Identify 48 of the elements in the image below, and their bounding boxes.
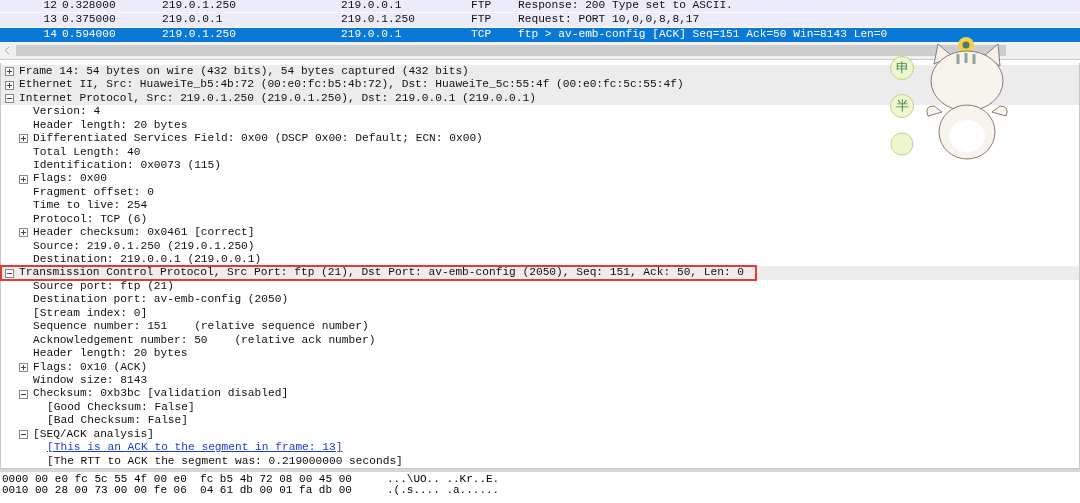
tree-item[interactable]: Acknowledgement number: 50 (relative ack number) bbox=[33, 333, 376, 348]
tree-item[interactable]: Flags: 0x00 bbox=[33, 172, 107, 186]
ascii-bytes: ...\UO.. ..Kr..E. bbox=[387, 474, 501, 486]
tree-item[interactable]: [The RTT to ACK the segment was: 0.219000000 seconds] bbox=[47, 454, 403, 469]
byte-offset: 0010 bbox=[2, 485, 30, 497]
byte-offset: 0000 bbox=[2, 474, 30, 486]
horizontal-scrollbar[interactable] bbox=[0, 42, 1080, 60]
tree-item[interactable]: Destination: 219.0.0.1 (219.0.0.1) bbox=[33, 253, 262, 267]
tree-item[interactable]: Window size: 8143 bbox=[33, 373, 148, 388]
tree-item[interactable]: Identification: 0x0073 (115) bbox=[33, 158, 221, 173]
tree-item[interactable]: Protocol: TCP (6) bbox=[33, 212, 148, 227]
tree-item[interactable]: Checksum: 0xb3bc [validation disabled] bbox=[33, 387, 289, 401]
tree-item[interactable]: [Stream index: 0] bbox=[33, 306, 148, 321]
expand-icon[interactable] bbox=[19, 362, 28, 372]
tree-item[interactable]: Flags: 0x10 (ACK) bbox=[33, 360, 148, 374]
packet-row[interactable]: 13 0.375000 219.0.0.1 219.0.1.250 FTP Request: PORT 10,0,0,8,8,17 bbox=[0, 13, 1080, 28]
packet-row[interactable]: 12 0.328000 219.0.1.250 219.0.0.1 FTP Response: 200 Type set to ASCII. bbox=[0, 0, 1080, 14]
collapse-icon[interactable] bbox=[5, 268, 14, 278]
tree-item[interactable]: Source port: ftp (21) bbox=[33, 279, 174, 294]
expand-icon[interactable] bbox=[5, 80, 14, 90]
tree-item[interactable]: Differentiated Services Field: 0x00 (DSCP 0x00: Default; ECN: 0x00) bbox=[33, 132, 483, 146]
tree-item[interactable]: [Bad Checksum: False] bbox=[47, 414, 188, 428]
expand-icon[interactable] bbox=[19, 174, 28, 184]
tree-item[interactable]: Header length: 20 bytes bbox=[33, 118, 188, 133]
scroll-thumb[interactable] bbox=[16, 45, 1006, 57]
expand-icon[interactable] bbox=[19, 228, 28, 238]
tree-item[interactable]: Total Length: 40 bbox=[33, 145, 141, 159]
tree-item[interactable]: [SEQ/ACK analysis] bbox=[33, 427, 154, 442]
tree-item[interactable]: Version: 4 bbox=[33, 105, 101, 119]
expand-icon[interactable] bbox=[5, 67, 14, 77]
collapse-icon[interactable] bbox=[5, 94, 14, 103]
hex-bytes: 00 e0 fc 5c 55 4f 00 e0 fc b5 4b 72 08 00 45 00 bbox=[35, 474, 353, 486]
tree-item[interactable]: [Good Checksum: False] bbox=[47, 400, 195, 415]
ascii-bytes: .(.s.... .a...... bbox=[387, 485, 501, 497]
bubble-icon bbox=[890, 132, 914, 156]
frame-link[interactable]: [This is an ACK to the segment in frame: 13] bbox=[47, 441, 343, 455]
tree-item[interactable]: Time to live: 254 bbox=[33, 199, 148, 213]
tree-item[interactable]: Source: 219.0.1.250 (219.0.1.250) bbox=[33, 239, 255, 254]
tree-item[interactable]: Header checksum: 0x0461 [correct] bbox=[33, 226, 255, 240]
collapse-icon[interactable] bbox=[19, 429, 28, 439]
expand-icon[interactable] bbox=[19, 134, 28, 144]
tree-item[interactable]: Destination port: av-emb-config (2050) bbox=[33, 293, 289, 307]
tree-item[interactable]: Fragment offset: 0 bbox=[33, 185, 154, 200]
tree-item[interactable]: Sequence number: 151 (relative sequence number) bbox=[33, 320, 369, 334]
hex-bytes: 00 28 00 73 00 00 fe 06 04 61 db 00 01 fa db 00 bbox=[35, 485, 353, 497]
sticker-badge: 半 bbox=[890, 94, 914, 118]
collapse-icon[interactable] bbox=[19, 389, 28, 399]
tree-item[interactable]: Header length: 20 bytes bbox=[33, 347, 188, 361]
